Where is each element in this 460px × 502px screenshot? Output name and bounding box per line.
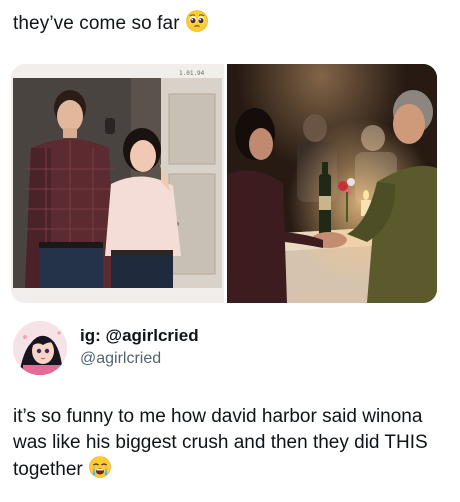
- dinner-scene-photo[interactable]: [227, 64, 437, 303]
- polaroid-photo[interactable]: 1.01.94: [11, 64, 224, 303]
- post-body: it’s so funny to me how david harbor sai…: [13, 404, 453, 486]
- polaroid-date: 1.01.94: [179, 70, 205, 77]
- author-display-name[interactable]: ig: @agirlcried: [80, 325, 199, 347]
- post-caption: they’ve come so far: [13, 10, 208, 40]
- avatar[interactable]: [13, 321, 67, 375]
- post-body-text: it’s so funny to me how david harbor sai…: [13, 406, 428, 480]
- post-media[interactable]: 1.01.94: [11, 64, 437, 303]
- crying-face-icon: [88, 456, 111, 486]
- pleading-face-icon: [185, 10, 208, 40]
- author-handle[interactable]: @agirlcried: [80, 348, 161, 370]
- post-caption-text: they’ve come so far: [13, 13, 180, 34]
